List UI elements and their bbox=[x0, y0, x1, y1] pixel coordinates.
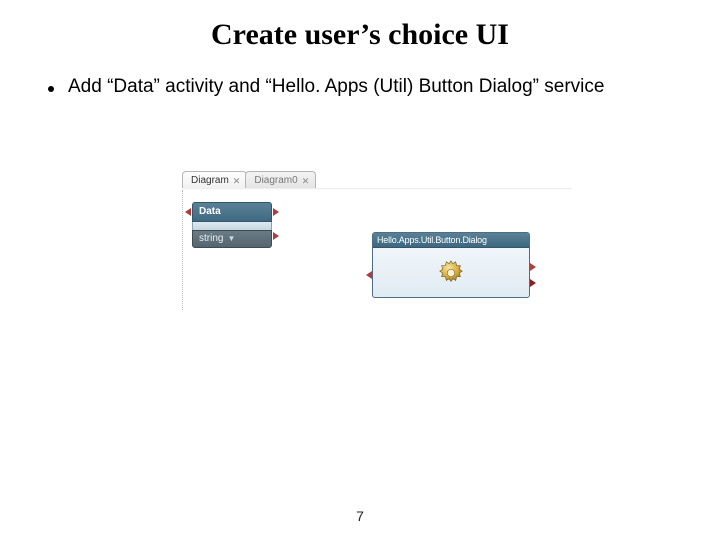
error-port[interactable] bbox=[530, 279, 536, 287]
output-port[interactable] bbox=[273, 232, 279, 240]
data-activity-body bbox=[192, 222, 272, 230]
input-port[interactable] bbox=[185, 208, 191, 216]
data-activity-type-selector[interactable]: string ▼ bbox=[192, 230, 272, 248]
tab-strip: Diagram ✕ Diagram0 ✕ bbox=[182, 170, 314, 190]
bullet-marker bbox=[48, 86, 54, 92]
service-node-body bbox=[373, 248, 529, 297]
chevron-down-icon: ▼ bbox=[227, 231, 235, 247]
bullet-item: Add “Data” activity and “Hello. Apps (Ut… bbox=[48, 76, 672, 98]
slide-title: Create user’s choice UI bbox=[0, 0, 720, 52]
button-dialog-service-node[interactable]: Hello.Apps.Util.Button.Dialog bbox=[372, 232, 530, 298]
gear-icon bbox=[436, 258, 466, 288]
design-surface[interactable]: Data string ▼ Hello.Apps.Util.Button.Dia… bbox=[182, 190, 572, 310]
output-port[interactable] bbox=[273, 208, 279, 216]
data-activity-node[interactable]: Data string ▼ bbox=[192, 202, 272, 248]
diagram-canvas: Diagram ✕ Diagram0 ✕ Data string ▼ Hello… bbox=[182, 170, 572, 310]
page-number: 7 bbox=[0, 508, 720, 524]
service-node-title: Hello.Apps.Util.Button.Dialog bbox=[373, 233, 529, 248]
data-activity-title: Data bbox=[192, 202, 272, 222]
input-port[interactable] bbox=[366, 271, 372, 279]
data-activity-type-label: string bbox=[199, 231, 223, 247]
vertical-guide bbox=[182, 190, 184, 310]
output-port[interactable] bbox=[530, 263, 536, 271]
bullet-text: Add “Data” activity and “Hello. Apps (Ut… bbox=[68, 76, 604, 98]
